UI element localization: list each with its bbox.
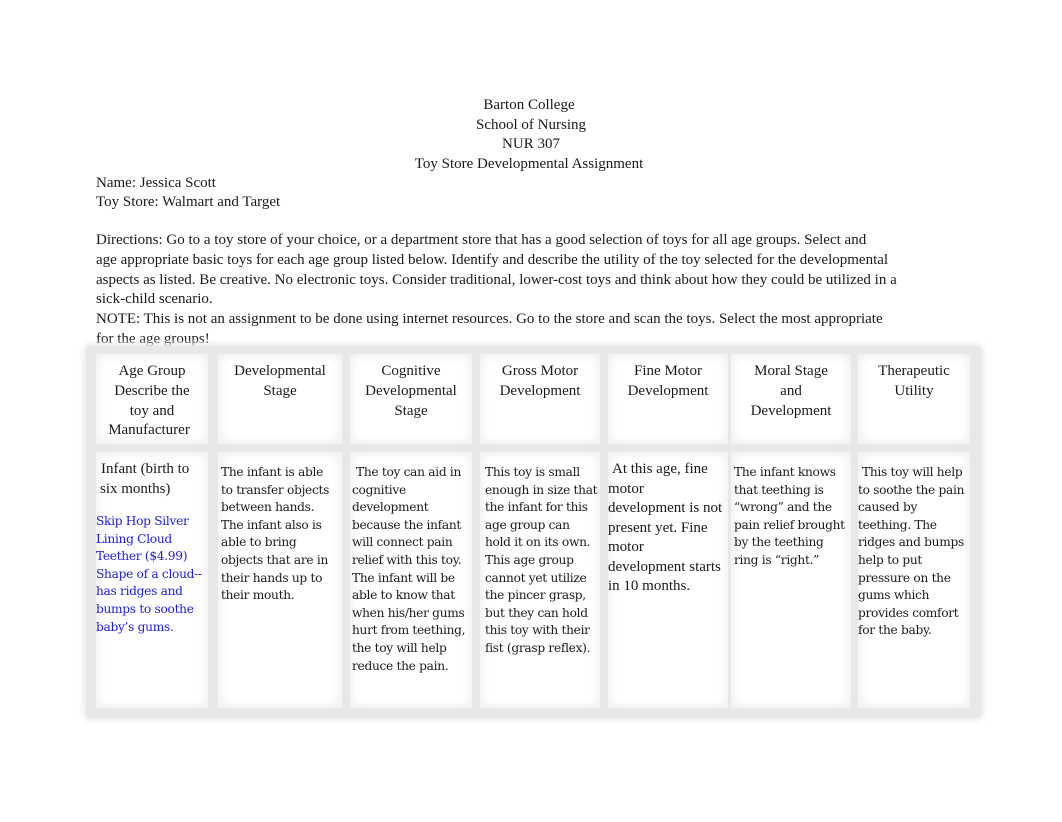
header-developmental-stage: Developmental Stage xyxy=(218,354,342,444)
header-text: Stage xyxy=(263,382,297,399)
header-text: Developmental xyxy=(365,382,457,399)
header-text: Cognitive xyxy=(381,363,441,379)
header-age-group: Age Group Describe the toy and Manufactu… xyxy=(96,354,208,444)
header-moral-stage: Moral Stage and Development xyxy=(731,354,851,444)
header-text: Utility xyxy=(894,382,934,399)
header-text: Manufacturer xyxy=(108,422,190,439)
note-line: NOTE: This is not an assignment to be do… xyxy=(96,311,883,328)
cell-text: This toy is small enough in size that th… xyxy=(485,465,598,655)
age-group-label: Infant (birth to six months) xyxy=(100,461,190,497)
toy-description: Skip Hop Silver Lining Cloud Teether ($4… xyxy=(96,514,202,634)
student-name: Name: Jessica Scott xyxy=(96,175,216,191)
header-text: Describe the xyxy=(114,382,190,399)
directions-line: aspects as listed. Be creative. No elect… xyxy=(96,271,897,288)
toy-assessment-table: Age Group Describe the toy and Manufactu… xyxy=(86,346,981,718)
directions: Directions: Go to a toy store of your ch… xyxy=(96,231,897,350)
cell-text: The infant is able to transfer objects b… xyxy=(221,465,330,603)
cell-cognitive: The toy can aid in cognitive development… xyxy=(350,452,472,708)
header-gross-motor: Gross Motor Development xyxy=(480,354,600,444)
directions-line: Directions: Go to a toy store of your ch… xyxy=(96,232,867,248)
assignment-title: Toy Store Developmental Assignment xyxy=(414,155,644,172)
cell-text: The toy can aid in cognitive development… xyxy=(352,465,466,673)
header-cognitive-stage: Cognitive Developmental Stage xyxy=(350,354,472,444)
student-info: Name: Jessica Scott Toy Store: Walmart a… xyxy=(96,174,280,211)
header-text: Development xyxy=(627,382,709,399)
header-text: Therapeutic xyxy=(878,363,950,379)
course-code: NUR 307 xyxy=(502,136,560,152)
document-header: Barton College School of Nursing NUR 307… xyxy=(0,96,1062,174)
toy-store: Toy Store: Walmart and Target xyxy=(96,193,281,210)
header-text: Stage xyxy=(394,402,428,419)
cell-text: The infant knows that teething is “wrong… xyxy=(734,465,845,567)
directions-line: sick-child scenario. xyxy=(96,291,213,308)
header-text: Development xyxy=(499,382,581,399)
header-text: Age Group xyxy=(118,363,186,379)
cell-fine-motor: At this age, fine motor development is n… xyxy=(608,452,728,708)
header-text: Fine Motor xyxy=(634,363,702,379)
header-text: Development xyxy=(750,402,832,419)
header-text: and xyxy=(780,382,802,399)
header-fine-motor: Fine Motor Development xyxy=(608,354,728,444)
school-name: School of Nursing xyxy=(476,116,586,133)
cell-text: This toy will help to soothe the pain ca… xyxy=(858,465,965,638)
header-text: Moral Stage xyxy=(754,363,828,379)
cell-developmental-stage: The infant is able to transfer objects b… xyxy=(218,452,342,708)
cell-age-group: Infant (birth to six months) Skip Hop Si… xyxy=(96,452,208,708)
header-therapeutic-utility: Therapeutic Utility xyxy=(858,354,970,444)
cell-moral: The infant knows that teething is “wrong… xyxy=(731,452,851,708)
cell-therapeutic: This toy will help to soothe the pain ca… xyxy=(858,452,970,708)
cell-text: At this age, fine motor development is n… xyxy=(608,461,723,594)
header-text: toy and xyxy=(129,402,175,419)
header-text: Gross Motor xyxy=(501,363,579,379)
directions-line: age appropriate basic toys for each age … xyxy=(96,251,889,268)
header-text: Developmental xyxy=(234,363,326,379)
institution-name: Barton College xyxy=(483,97,575,113)
cell-gross-motor: This toy is small enough in size that th… xyxy=(480,452,600,708)
